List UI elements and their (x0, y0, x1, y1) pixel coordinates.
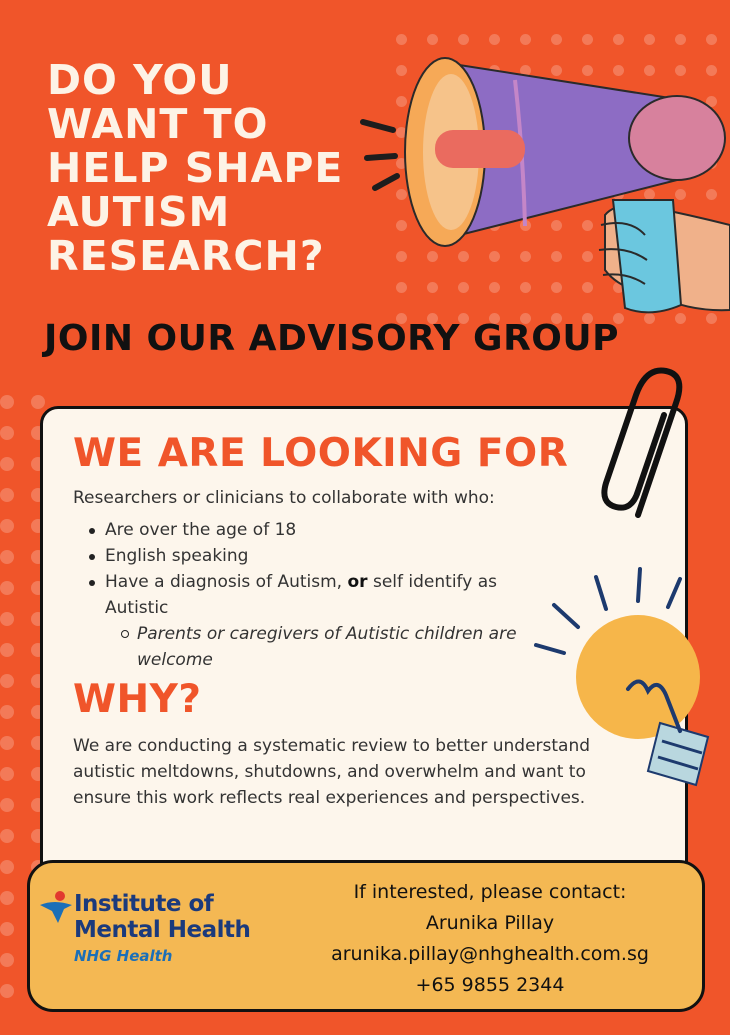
decor-dot (0, 984, 14, 998)
decor-dot (31, 395, 45, 409)
decor-dot (427, 34, 438, 45)
decor-dot (396, 34, 407, 45)
headline-line: AUTISM (47, 188, 231, 236)
contact-footer: Institute of Mental Health NHG Health If… (27, 860, 705, 1012)
decor-dot (551, 34, 562, 45)
headline-line: WANT TO (47, 100, 269, 148)
decor-dot (0, 488, 14, 502)
list-item-text: Are over the age of 18 (105, 520, 297, 540)
lightbulb-icon (534, 567, 710, 787)
decor-dot (675, 34, 686, 45)
decor-dot (644, 34, 655, 45)
decor-dot (0, 953, 14, 967)
decor-dot (0, 829, 14, 843)
contact-phone[interactable]: +65 9855 2344 (280, 970, 700, 1001)
poster: DO YOU WANT TO HELP SHAPE AUTISM RESEARC… (0, 0, 730, 1035)
contact-label: If interested, please contact: (353, 881, 627, 903)
decor-dot (0, 426, 14, 440)
decor-dot (0, 860, 14, 874)
decor-dot (458, 34, 469, 45)
decor-dot (0, 705, 14, 719)
decor-dot (0, 457, 14, 471)
decor-dot (706, 34, 717, 45)
looking-for-intro: Researchers or clinicians to collaborate… (73, 488, 495, 508)
list-item: Have a diagnosis of Autism, or self iden… (89, 569, 525, 621)
decor-dot (0, 891, 14, 905)
contact-name: Arunika Pillay (425, 912, 555, 934)
decor-dot (0, 612, 14, 626)
list-item-text: English speaking (105, 546, 249, 566)
decor-dot (0, 581, 14, 595)
decor-dot (0, 674, 14, 688)
decor-dot (0, 519, 14, 533)
subheadline: JOIN OUR ADVISORY GROUP (44, 318, 620, 359)
headline: DO YOU WANT TO HELP SHAPE AUTISM RESEARC… (47, 58, 377, 278)
decor-dot (0, 643, 14, 657)
headline-line: RESEARCH? (47, 232, 325, 280)
list-item-emphasis: or (347, 572, 368, 592)
why-title: WHY? (73, 677, 202, 722)
decor-dot (0, 767, 14, 781)
looking-for-title: WE ARE LOOKING FOR (73, 431, 569, 476)
decor-dot (613, 34, 624, 45)
decor-dot (0, 922, 14, 936)
list-item: Are over the age of 18 (89, 517, 565, 543)
decor-dot (582, 34, 593, 45)
decor-dot (489, 34, 500, 45)
person-logo-icon (40, 891, 72, 923)
decor-dot (520, 34, 531, 45)
paperclip-icon (601, 367, 683, 518)
list-item-text: Have a diagnosis of Autism, (105, 572, 348, 592)
criteria-list: Are over the age of 18 English speaking … (89, 517, 565, 673)
contact-details: If interested, please contact: Arunika P… (280, 877, 700, 1001)
decor-dot (0, 395, 14, 409)
sub-list-item-text: Parents or caregivers of Autistic childr… (137, 624, 517, 670)
sub-list-item: Parents or caregivers of Autistic childr… (121, 621, 527, 673)
decor-dot (0, 736, 14, 750)
headline-line: HELP SHAPE (47, 144, 344, 192)
decor-dot (0, 550, 14, 564)
contact-email[interactable]: arunika.pillay@nhghealth.com.sg (280, 939, 700, 970)
megaphone-icon (360, 57, 730, 314)
list-item: English speaking (89, 543, 565, 569)
decor-dot (0, 798, 14, 812)
headline-line: DO YOU (47, 56, 233, 104)
